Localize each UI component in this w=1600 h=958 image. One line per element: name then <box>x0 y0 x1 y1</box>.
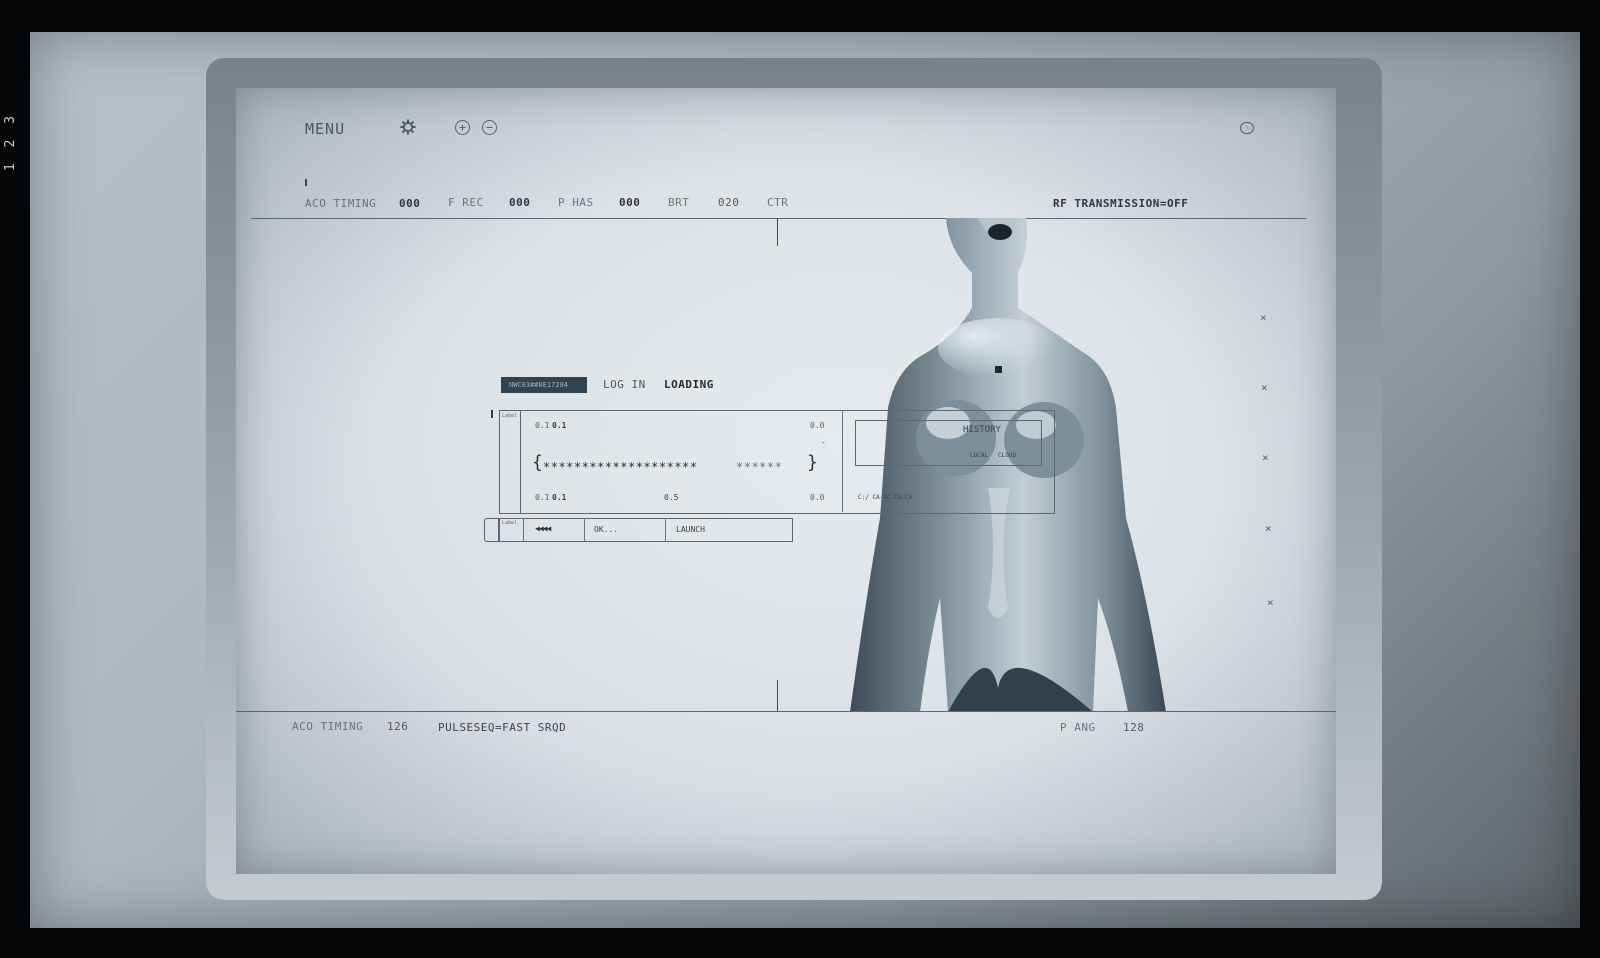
tab-loading[interactable]: LOADING <box>664 378 714 391</box>
field-marker <box>491 410 493 418</box>
film-frame-number: 1 2 3 <box>3 112 18 172</box>
panel-label-column <box>499 410 521 514</box>
brace-close: } <box>807 452 818 473</box>
stat-aco-timing-value: 000 <box>399 197 421 210</box>
session-id-chip: NWC03##0E17284 <box>501 377 587 393</box>
zoom-out-icon[interactable]: − <box>482 120 497 135</box>
close-icon[interactable]: × <box>1261 381 1268 394</box>
stat-f-rec-value: 000 <box>509 196 531 209</box>
action-row-label: Label <box>502 520 518 526</box>
history-label[interactable]: HISTORY <box>963 425 1001 435</box>
close-icon[interactable]: × <box>1260 311 1267 324</box>
toggle-icon[interactable]: ◦ <box>1240 122 1254 134</box>
stat-ctr-label: CTR <box>767 196 789 209</box>
footer-aco-timing-value: 126 <box>387 720 409 733</box>
zoom-in-icon[interactable]: + <box>455 120 470 135</box>
action-divider <box>523 518 524 541</box>
menu-button[interactable]: MENU <box>305 120 345 138</box>
panel-divider <box>842 410 843 512</box>
action-divider <box>665 518 666 541</box>
bottom-left-value-a: 0.1 <box>535 493 550 502</box>
bottom-right-value: 0.0 <box>810 493 825 502</box>
stat-aco-timing-label: ACO TIMING <box>305 197 377 210</box>
top-left-value-a: 0.1 <box>535 421 550 430</box>
close-icon[interactable]: × <box>1265 522 1272 535</box>
history-box[interactable] <box>855 420 1042 466</box>
stat-brt-value: 020 <box>718 196 740 209</box>
cursor-marker <box>305 179 307 186</box>
bottom-center-tick <box>777 680 778 712</box>
bottom-mid-value: 0.5 <box>664 493 679 502</box>
footer-divider <box>236 711 1336 712</box>
launch-button[interactable]: LAUNCH <box>676 525 705 534</box>
bottom-left-value-b: 0.1 <box>552 493 567 502</box>
top-left-value-b: 0.1 <box>552 421 567 430</box>
footer-aco-timing-label: ACO TIMING <box>292 720 364 733</box>
rf-transmission-status: RF TRANSMISSION=OFF <box>1053 197 1189 210</box>
close-icon[interactable]: × <box>1262 451 1269 464</box>
password-mask[interactable]: ******************** <box>543 460 698 474</box>
footer-p-ang-value: 128 <box>1123 721 1145 734</box>
top-center-tick <box>777 218 778 246</box>
display-screen: MENU + − ◦ ACO TIMING 000 F REC 000 P HA… <box>236 88 1336 874</box>
local-option[interactable]: LOCAL <box>970 452 988 459</box>
password-mask-remaining: ****** <box>736 460 783 474</box>
action-divider <box>584 518 585 541</box>
brace-open: { <box>532 452 543 473</box>
minus-indicator: - <box>821 438 826 447</box>
path-text: C:/ CA-AC-CS-CA <box>858 494 913 501</box>
gear-icon[interactable] <box>400 119 416 135</box>
footer-p-ang-label: P ANG <box>1060 721 1096 734</box>
stat-f-rec-label: F REC <box>448 196 484 209</box>
top-right-value: 0.0 <box>810 421 825 430</box>
tab-log-in[interactable]: LOG IN <box>603 378 646 391</box>
stat-brt-label: BRT <box>668 196 690 209</box>
field-label: Label <box>502 413 518 419</box>
progress-glyphs: ◀◀◀◀ <box>535 524 551 533</box>
pulse-sequence-status: PULSESEQ=FAST SRQD <box>438 721 567 734</box>
cloud-option[interactable]: CLOUD <box>998 452 1016 459</box>
close-icon[interactable]: × <box>1267 596 1274 609</box>
ok-button[interactable]: OK... <box>594 525 618 534</box>
stat-p-has-value: 000 <box>619 196 641 209</box>
stat-p-has-label: P HAS <box>558 196 594 209</box>
